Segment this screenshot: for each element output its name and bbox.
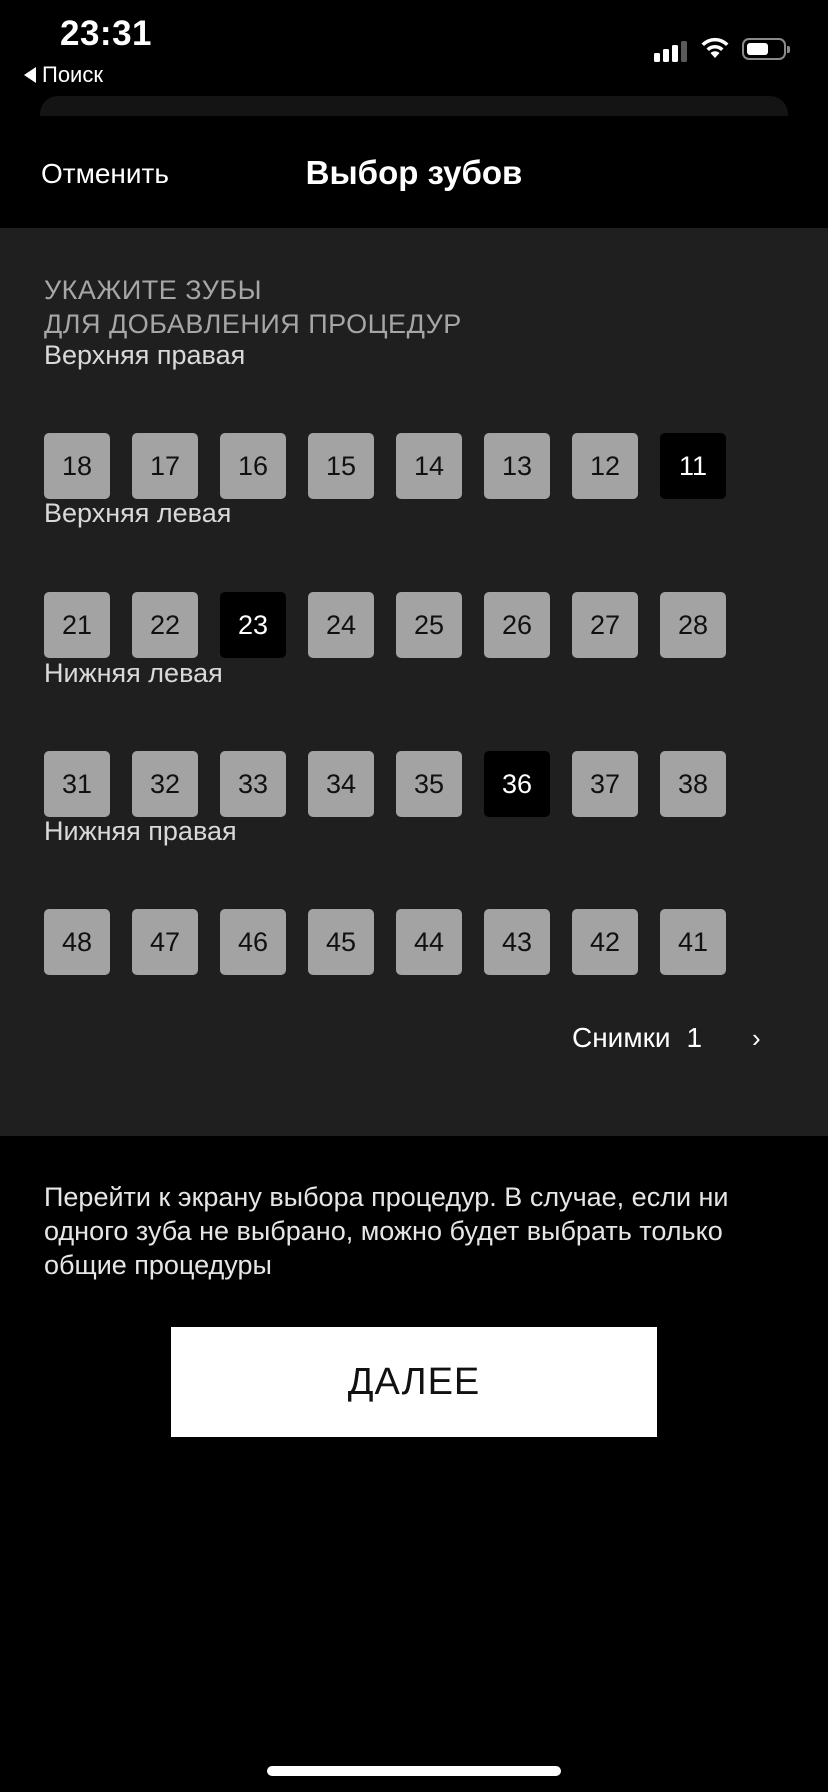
battery-icon xyxy=(742,38,790,60)
nav-bar: Выбор зубов Отменить xyxy=(0,116,828,228)
tooth-button[interactable]: 14 xyxy=(396,433,462,499)
instruction-text: УКАЖИТЕ ЗУБЫ ДЛЯ ДОБАВЛЕНИЯ ПРОЦЕДУР xyxy=(44,273,764,341)
tooth-button[interactable]: 35 xyxy=(396,751,462,817)
photos-label: Снимки xyxy=(572,1022,671,1053)
tooth-button[interactable]: 41 xyxy=(660,909,726,975)
tooth-button[interactable]: 46 xyxy=(220,909,286,975)
signal-icon xyxy=(654,38,688,62)
tooth-button[interactable]: 11 xyxy=(660,433,726,499)
teeth-row-lower-left: 31 32 33 34 35 36 37 38 xyxy=(44,751,726,817)
tooth-button[interactable]: 26 xyxy=(484,592,550,658)
back-app-label: Поиск xyxy=(42,62,103,87)
next-button[interactable]: ДАЛЕЕ xyxy=(171,1327,657,1437)
tooth-button[interactable]: 23 xyxy=(220,592,286,658)
teeth-row-lower-right: 48 47 46 45 44 43 42 41 xyxy=(44,909,726,975)
hint-text: Перейти к экрану выбора процедур. В случ… xyxy=(44,1182,729,1280)
tooth-button[interactable]: 28 xyxy=(660,592,726,658)
tooth-button[interactable]: 31 xyxy=(44,751,110,817)
tooth-button[interactable]: 45 xyxy=(308,909,374,975)
tooth-button[interactable]: 44 xyxy=(396,909,462,975)
teeth-selection-panel: УКАЖИТЕ ЗУБЫ ДЛЯ ДОБАВЛЕНИЯ ПРОЦЕДУР Вер… xyxy=(0,228,828,1136)
chevron-right-icon: › xyxy=(752,1022,761,1053)
photos-count: 1 xyxy=(686,1022,703,1053)
tooth-button[interactable]: 27 xyxy=(572,592,638,658)
tooth-button[interactable]: 25 xyxy=(396,592,462,658)
tooth-button[interactable]: 16 xyxy=(220,433,286,499)
instruction-line-1: УКАЖИТЕ ЗУБЫ xyxy=(44,275,263,305)
teeth-row-upper-left: 21 22 23 24 25 26 27 28 xyxy=(44,592,726,658)
tooth-button[interactable]: 48 xyxy=(44,909,110,975)
tooth-button[interactable]: 24 xyxy=(308,592,374,658)
group-label-upper-right: Верхняя правая xyxy=(44,340,246,370)
tooth-button[interactable]: 36 xyxy=(484,751,550,817)
group-label-upper-left: Верхняя левая xyxy=(44,498,232,528)
tooth-button[interactable]: 37 xyxy=(572,751,638,817)
cancel-button[interactable]: Отменить xyxy=(41,158,169,190)
group-label-lower-right: Нижняя правая xyxy=(44,816,237,846)
tooth-button[interactable]: 22 xyxy=(132,592,198,658)
tooth-button[interactable]: 32 xyxy=(132,751,198,817)
tooth-button[interactable]: 43 xyxy=(484,909,550,975)
instruction-line-2: ДЛЯ ДОБАВЛЕНИЯ ПРОЦЕДУР xyxy=(44,309,462,339)
wifi-icon xyxy=(701,37,729,58)
status-time: 23:31 xyxy=(60,14,153,53)
photos-row[interactable]: Снимки 1 › xyxy=(572,1018,761,1058)
status-bar: 23:31 Поиск xyxy=(0,0,828,96)
back-to-app-link[interactable]: Поиск xyxy=(24,62,103,88)
tooth-button[interactable]: 34 xyxy=(308,751,374,817)
tooth-button[interactable]: 38 xyxy=(660,751,726,817)
tooth-button[interactable]: 12 xyxy=(572,433,638,499)
tooth-button[interactable]: 18 xyxy=(44,433,110,499)
tooth-button[interactable]: 42 xyxy=(572,909,638,975)
tooth-button[interactable]: 17 xyxy=(132,433,198,499)
home-indicator xyxy=(267,1766,561,1776)
sheet-background-edge xyxy=(40,96,788,116)
tooth-button[interactable]: 21 xyxy=(44,592,110,658)
tooth-button[interactable]: 15 xyxy=(308,433,374,499)
tooth-button[interactable]: 47 xyxy=(132,909,198,975)
tooth-button[interactable]: 33 xyxy=(220,751,286,817)
teeth-row-upper-right: 18 17 16 15 14 13 12 11 xyxy=(44,433,726,499)
group-label-lower-left: Нижняя левая xyxy=(44,658,223,688)
tooth-button[interactable]: 13 xyxy=(484,433,550,499)
back-triangle-icon xyxy=(24,67,36,83)
